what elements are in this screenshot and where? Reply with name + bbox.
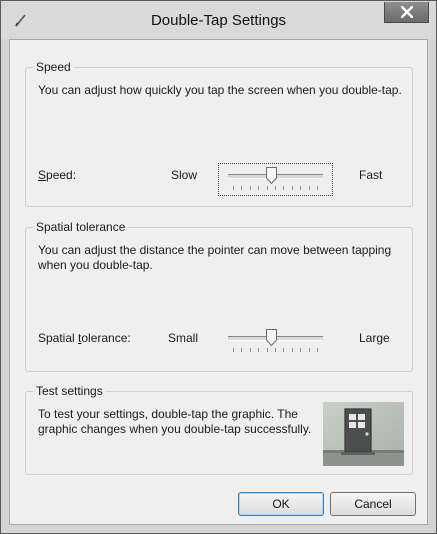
spatial-tolerance-label: Spatial tolerance:	[38, 331, 131, 345]
close-icon	[401, 6, 413, 18]
test-settings-group: Test settings To test your settings, dou…	[25, 384, 413, 475]
double-tap-settings-dialog: Double-Tap Settings Speed You can adjust…	[0, 0, 437, 534]
cancel-button[interactable]: Cancel	[330, 492, 416, 516]
spatial-tolerance-slider-thumb[interactable]	[265, 329, 277, 347]
speed-label-access-key: S	[38, 168, 47, 182]
slider-tick	[233, 186, 234, 190]
slider-tick	[317, 348, 318, 352]
test-settings-description: To test your settings, double-tap the gr…	[38, 407, 312, 436]
ok-button[interactable]: OK	[238, 492, 324, 516]
slider-tick	[241, 348, 242, 352]
slider-tick	[283, 186, 284, 190]
speed-group-legend: Speed	[33, 60, 74, 74]
test-settings-group-legend: Test settings	[33, 384, 106, 398]
slider-tick	[292, 348, 293, 352]
slider-tick	[267, 186, 268, 190]
spatial-tolerance-group-legend: Spatial tolerance	[33, 220, 129, 234]
slider-tick	[300, 348, 301, 352]
spatial-tolerance-slider[interactable]	[218, 325, 333, 358]
speed-label-suffix: peed:	[46, 168, 77, 182]
slider-tick	[250, 348, 251, 352]
speed-max-label: Fast	[359, 168, 383, 182]
title-bar: Double-Tap Settings	[1, 1, 436, 39]
speed-slider-ticks	[233, 186, 318, 191]
slider-tick	[275, 348, 276, 352]
speed-slider-thumb[interactable]	[265, 167, 277, 185]
speed-slider[interactable]	[218, 163, 333, 196]
window-title: Double-Tap Settings	[150, 12, 287, 29]
slider-tick	[233, 348, 234, 352]
slider-tick	[317, 186, 318, 190]
speed-label: Speed:	[38, 168, 76, 182]
slider-tick	[283, 348, 284, 352]
slider-tick	[275, 186, 276, 190]
speed-description: You can adjust how quickly you tap the s…	[38, 83, 402, 97]
slider-tick	[258, 348, 259, 352]
spatial-tolerance-label-prefix: Spatial	[38, 331, 79, 345]
spatial-tolerance-label-suffix: olerance:	[81, 331, 131, 345]
slider-tick	[292, 186, 293, 190]
spatial-tolerance-max-label: Large	[359, 331, 390, 345]
spatial-tolerance-min-label: Small	[168, 331, 199, 345]
slider-tick	[309, 186, 310, 190]
speed-group: Speed You can adjust how quickly you tap…	[25, 60, 413, 207]
speed-min-label: Slow	[171, 168, 198, 182]
slider-tick	[241, 186, 242, 190]
slider-tick	[300, 186, 301, 190]
slider-tick	[258, 186, 259, 190]
slider-tick	[309, 348, 310, 352]
spatial-tolerance-group: Spatial tolerance You can adjust the dis…	[25, 220, 413, 372]
close-button[interactable]	[384, 2, 429, 23]
slider-tick	[250, 186, 251, 190]
spatial-tolerance-slider-ticks	[233, 348, 318, 353]
slider-tick	[267, 348, 268, 352]
spatial-tolerance-description: You can adjust the distance the pointer …	[38, 243, 392, 272]
dialog-client-area: Speed You can adjust how quickly you tap…	[9, 39, 428, 525]
test-door-graphic[interactable]	[323, 402, 404, 466]
